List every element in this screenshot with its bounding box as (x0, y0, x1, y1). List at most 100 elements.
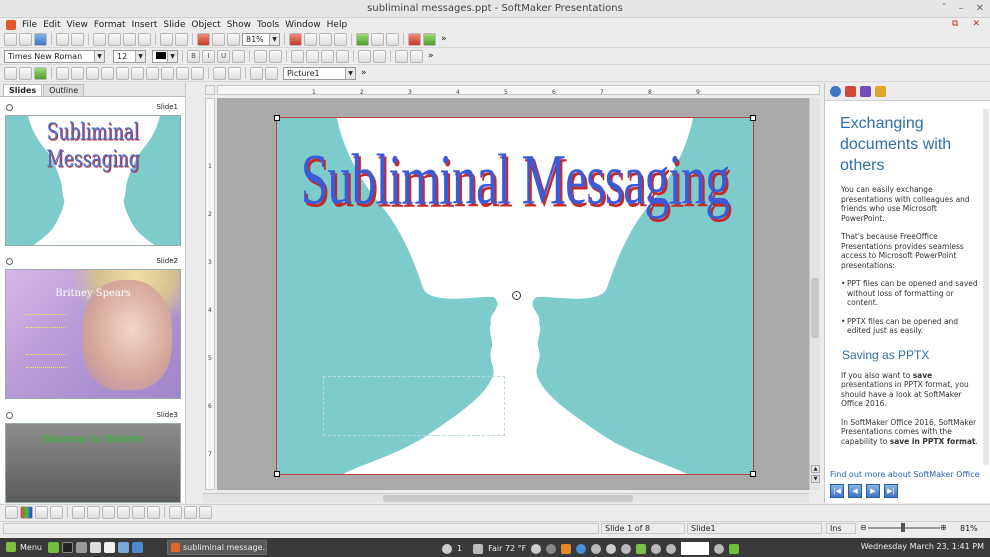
slide-view-icon[interactable] (4, 66, 17, 80)
toolbar-more-button[interactable]: » (441, 34, 447, 44)
italic-icon[interactable]: I (202, 49, 215, 63)
spellcheck-icon[interactable] (371, 32, 384, 46)
sidebar-scrollbar[interactable] (983, 109, 989, 465)
text-color-select[interactable]: ▼ (152, 49, 178, 63)
calendar-icon[interactable] (729, 543, 740, 554)
superscript-icon[interactable] (254, 49, 267, 63)
slide-workspace[interactable]: Subliminal Messaging (217, 98, 820, 490)
black-white-icon[interactable] (50, 505, 63, 519)
curve-tool-icon[interactable] (71, 66, 84, 80)
paste-icon[interactable] (123, 32, 136, 46)
zoom-in-icon[interactable]: ⊕ (940, 523, 947, 532)
vertical-ruler[interactable]: 1 2 3 4 5 6 7 (205, 98, 215, 490)
justify-icon[interactable] (336, 49, 349, 63)
menu-format[interactable]: Format (94, 20, 126, 30)
menu-file[interactable]: File (22, 20, 37, 30)
crop-icon[interactable] (147, 505, 160, 519)
zoom-slider-handle[interactable] (901, 523, 905, 532)
new-slide-icon[interactable] (408, 32, 421, 46)
menu-help[interactable]: Help (327, 20, 348, 30)
menu-object[interactable]: Object (191, 20, 220, 30)
settings-icon[interactable] (531, 543, 542, 554)
bluetooth-icon[interactable] (651, 543, 662, 554)
cut-icon[interactable] (93, 32, 106, 46)
browser-icon[interactable] (132, 542, 143, 553)
clock[interactable]: Wednesday March 23, 1:41 PM (861, 542, 984, 551)
align-left-icon[interactable] (291, 49, 304, 63)
text-frame-icon[interactable] (289, 32, 302, 46)
font-name-select[interactable]: Times New Roman ▼ (4, 49, 105, 63)
tab-outline[interactable]: Outline (43, 84, 85, 96)
network-icon[interactable] (606, 543, 617, 554)
autoshape-tool-icon[interactable] (176, 66, 189, 80)
minimize-button[interactable]: – (959, 3, 964, 14)
keyboard-layout-indicator[interactable] (681, 542, 710, 555)
numbered-list-icon[interactable] (395, 49, 408, 63)
slide-canvas[interactable]: Subliminal Messaging (274, 115, 756, 477)
fill-color-icon[interactable] (5, 505, 18, 519)
toolbar-more-button[interactable]: » (361, 68, 367, 78)
chart-icon[interactable] (319, 32, 332, 46)
brightness-up-icon[interactable] (72, 505, 85, 519)
scrollbar-thumb[interactable] (383, 495, 633, 502)
rectangle-tool-icon[interactable] (131, 66, 144, 80)
increase-indent-icon[interactable] (373, 49, 386, 63)
zoom-area-icon[interactable] (212, 32, 225, 46)
object-properties-icon[interactable] (845, 86, 856, 97)
scrollbar-thumb[interactable] (811, 278, 819, 338)
object-select[interactable]: Picture1 ▼ (283, 66, 356, 80)
show-desktop-icon[interactable] (48, 542, 59, 553)
group-icon[interactable] (213, 66, 226, 80)
menu-window[interactable]: Window (285, 20, 321, 30)
slide-thumbnail-2[interactable]: Britney Spears (5, 269, 181, 399)
dropbox-icon[interactable] (621, 543, 632, 554)
find-out-more-link[interactable]: Find out more about SoftMaker Office (830, 470, 980, 479)
connector-tool-icon[interactable] (101, 66, 114, 80)
grayscale-icon[interactable] (35, 505, 48, 519)
horizontal-ruler[interactable]: 1 2 3 4 5 6 7 8 9 (217, 85, 820, 96)
object-mode-icon[interactable] (265, 66, 278, 80)
text-editor-icon[interactable] (90, 542, 101, 553)
undo-icon[interactable] (160, 32, 173, 46)
rotation-center-handle[interactable] (512, 291, 521, 300)
slide-thumbnail-3[interactable]: Stairway to Heaven (5, 423, 181, 503)
picture-icon[interactable] (304, 32, 317, 46)
format-painter-icon[interactable] (138, 32, 151, 46)
zoom-out-icon[interactable]: ⊖ (860, 523, 867, 532)
redo-icon[interactable] (175, 32, 188, 46)
slide-thumbnail-1[interactable]: Subliminal Messaging (5, 115, 181, 246)
zoom-icon[interactable] (227, 32, 240, 46)
star-icon[interactable] (250, 66, 263, 80)
terminal-icon[interactable] (62, 542, 73, 553)
start-menu-button[interactable]: Menu (6, 542, 42, 552)
brightness-down-icon[interactable] (87, 505, 100, 519)
align-center-icon[interactable] (306, 49, 319, 63)
align-right-icon[interactable] (321, 49, 334, 63)
color-palette-icon[interactable] (20, 505, 33, 519)
weather-text[interactable]: Fair 72 °F (488, 544, 526, 553)
menu-view[interactable]: View (67, 20, 88, 30)
selection-handle-bottom-left[interactable] (274, 471, 280, 477)
underline-icon[interactable]: U (217, 49, 230, 63)
save-icon[interactable] (34, 32, 47, 46)
textart-tool-icon[interactable] (191, 66, 204, 80)
power-icon[interactable] (714, 543, 725, 554)
animation-icon[interactable] (356, 32, 369, 46)
insert-mode[interactable]: Ins (826, 523, 856, 534)
object-properties-icon[interactable] (228, 66, 241, 80)
previous-slide-button[interactable]: ▲ (811, 465, 820, 473)
bring-to-front-icon[interactable] (169, 505, 182, 519)
close-document-button[interactable]: ✕ (972, 19, 980, 29)
handout-view-icon[interactable] (34, 66, 47, 80)
charts-icon[interactable] (875, 86, 886, 97)
ellipse-tool-icon[interactable] (161, 66, 174, 80)
line-tool-icon[interactable] (56, 66, 69, 80)
contrast-down-icon[interactable] (117, 505, 130, 519)
tab-slides[interactable]: Slides (3, 84, 43, 96)
strikethrough-icon[interactable] (232, 49, 245, 63)
outline-view-icon[interactable] (19, 66, 32, 80)
zoom-select[interactable]: 81% ▼ (242, 32, 280, 46)
vertical-scrollbar[interactable] (809, 98, 820, 490)
empty-placeholder-frame[interactable] (323, 376, 505, 436)
menu-show[interactable]: Show (227, 20, 251, 30)
